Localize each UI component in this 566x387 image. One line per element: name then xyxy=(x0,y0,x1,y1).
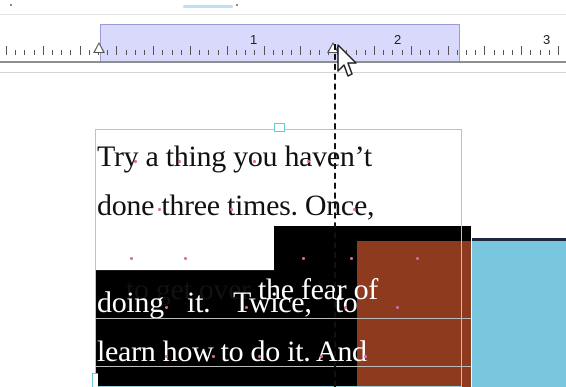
space-marker xyxy=(165,306,168,309)
horizontal-ruler[interactable]: 1 2 3 xyxy=(0,24,566,74)
ruler-tick xyxy=(383,50,385,55)
ruler-tick xyxy=(291,50,293,55)
ruler-tick xyxy=(456,50,458,55)
space-marker xyxy=(350,257,353,260)
ruler-tick xyxy=(70,50,72,55)
space-marker xyxy=(230,208,233,211)
ruler-text-width-selection xyxy=(100,24,460,62)
ruler-tick xyxy=(512,50,513,55)
space-marker xyxy=(253,160,256,163)
ruler-tick xyxy=(236,50,237,55)
space-marker xyxy=(353,208,356,211)
ruler-number-2: 2 xyxy=(394,32,402,47)
ruler-tick xyxy=(401,50,403,55)
ruler-tick xyxy=(180,50,182,55)
ruler-tick xyxy=(88,50,90,55)
column-guide-line[interactable] xyxy=(334,44,336,387)
space-marker xyxy=(416,257,419,260)
space-marker xyxy=(134,160,137,163)
ruler-tick xyxy=(226,46,228,55)
top-toolbar-strip xyxy=(0,0,566,16)
ruler-tick xyxy=(208,50,210,55)
ruler-number-1: 1 xyxy=(250,32,258,47)
arrow-pointer-icon xyxy=(337,44,357,77)
ruler-tick xyxy=(484,46,486,55)
space-marker xyxy=(320,355,323,358)
ruler-tick xyxy=(410,46,412,55)
ruler-tick xyxy=(282,50,283,55)
text-frame[interactable] xyxy=(95,129,462,387)
space-marker xyxy=(344,306,347,309)
ruler-tick xyxy=(107,50,109,55)
ruler-tick xyxy=(447,46,449,55)
toolbar-divider xyxy=(0,14,566,15)
ruler-tick xyxy=(521,46,523,55)
ruler-tick xyxy=(475,50,477,55)
space-marker xyxy=(178,160,181,163)
adjacent-blue-frame[interactable] xyxy=(472,238,566,387)
ruler-tick xyxy=(502,50,504,55)
ruler-tick xyxy=(263,46,265,55)
ruler-tick xyxy=(116,46,118,55)
ruler-tick xyxy=(254,50,256,55)
frame-corner-handle[interactable] xyxy=(92,373,98,387)
ruler-tick xyxy=(420,50,421,55)
square-handle-icon[interactable] xyxy=(274,123,285,132)
ruler-baseline xyxy=(0,61,566,63)
ruler-tick xyxy=(548,50,550,55)
ruler-tick xyxy=(392,50,394,55)
ruler-tick xyxy=(199,50,201,55)
space-marker xyxy=(158,208,161,211)
toolbar-dot xyxy=(236,4,238,6)
ruler-bottom-border xyxy=(0,72,566,73)
ruler-tick xyxy=(134,50,136,55)
ruler-tick xyxy=(438,50,440,55)
ruler-tick xyxy=(79,46,81,55)
ruler-number-3: 3 xyxy=(543,32,551,47)
space-marker xyxy=(258,355,261,358)
ruler-tick xyxy=(493,50,495,55)
ruler-tick xyxy=(125,50,127,55)
ruler-tick xyxy=(300,46,302,55)
space-marker xyxy=(396,306,399,309)
ruler-tick xyxy=(33,50,35,55)
ruler-tick xyxy=(171,50,173,55)
ruler-tick xyxy=(309,50,311,55)
ruler-tick xyxy=(15,50,17,55)
ruler-tick xyxy=(61,50,63,55)
space-marker xyxy=(302,257,305,260)
layout-canvas[interactable]: 1 2 3 Try a thing you haven’t done three… xyxy=(0,0,566,387)
ruler-tick xyxy=(364,50,366,55)
toolbar-accent xyxy=(183,5,233,8)
ruler-tick xyxy=(144,50,145,55)
ruler-tick xyxy=(6,46,7,55)
left-indent-marker-icon[interactable] xyxy=(93,42,105,53)
space-marker xyxy=(184,257,187,260)
ruler-tick xyxy=(52,50,53,55)
ruler-tick xyxy=(530,50,532,55)
ruler-tick xyxy=(217,50,219,55)
ruler-tick xyxy=(318,50,320,55)
space-marker xyxy=(307,160,310,163)
space-marker xyxy=(245,306,248,309)
ruler-tick xyxy=(466,50,467,55)
space-marker xyxy=(165,355,168,358)
space-marker xyxy=(364,355,367,358)
ruler-tick xyxy=(153,46,155,55)
ruler-tick xyxy=(42,46,44,55)
ruler-tick xyxy=(539,50,541,55)
ruler-tick xyxy=(24,50,26,55)
ruler-tick xyxy=(374,46,375,55)
ruler-tick xyxy=(245,50,247,55)
toolbar-dot xyxy=(10,4,12,6)
ruler-tick xyxy=(162,50,164,55)
ruler-tick xyxy=(429,50,431,55)
ruler-tick xyxy=(190,46,191,55)
space-marker xyxy=(130,257,133,260)
ruler-tick xyxy=(272,50,274,55)
ruler-tick xyxy=(558,46,559,55)
space-marker xyxy=(212,355,215,358)
